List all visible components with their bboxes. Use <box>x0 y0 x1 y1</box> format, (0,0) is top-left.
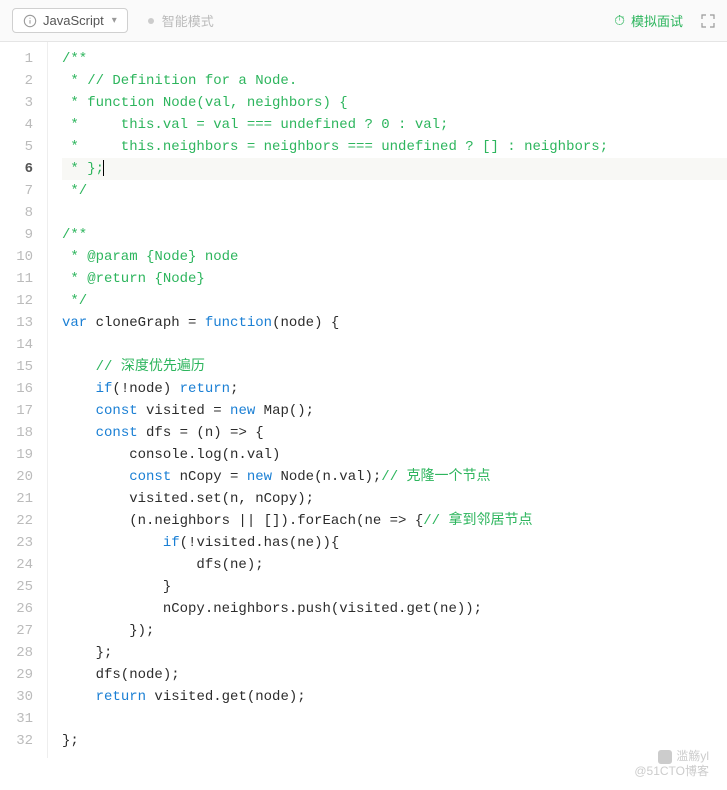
line-number: 6 <box>0 158 47 180</box>
code-line[interactable]: // 深度优先遍历 <box>62 356 727 378</box>
language-selector[interactable]: JavaScript ▾ <box>12 8 128 33</box>
mock-interview-button[interactable]: ⏱ 模拟面试 <box>614 11 683 30</box>
line-number: 29 <box>0 664 47 686</box>
line-number: 17 <box>0 400 47 422</box>
line-number: 24 <box>0 554 47 576</box>
code-line[interactable] <box>62 334 727 356</box>
code-line[interactable]: /** <box>62 48 727 70</box>
code-line[interactable] <box>62 708 727 730</box>
line-number: 11 <box>0 268 47 290</box>
code-line[interactable]: } <box>62 576 727 598</box>
line-number: 8 <box>0 202 47 224</box>
code-line[interactable]: * this.neighbors = neighbors === undefin… <box>62 136 727 158</box>
code-line[interactable]: (n.neighbors || []).forEach(ne => {// 拿到… <box>62 510 727 532</box>
line-number: 20 <box>0 466 47 488</box>
language-label: JavaScript <box>43 13 104 28</box>
code-line[interactable]: dfs(node); <box>62 664 727 686</box>
code-line[interactable]: * function Node(val, neighbors) { <box>62 92 727 114</box>
code-line[interactable]: nCopy.neighbors.push(visited.get(ne)); <box>62 598 727 620</box>
watermark-source: @51CTO博客 <box>634 764 709 780</box>
code-line[interactable]: * // Definition for a Node. <box>62 70 727 92</box>
line-number: 26 <box>0 598 47 620</box>
mode-label: 智能模式 <box>162 11 214 30</box>
line-number: 19 <box>0 444 47 466</box>
line-number: 4 <box>0 114 47 136</box>
line-number: 14 <box>0 334 47 356</box>
line-number: 22 <box>0 510 47 532</box>
line-number: 16 <box>0 378 47 400</box>
code-line[interactable]: */ <box>62 290 727 312</box>
wechat-icon <box>658 750 672 764</box>
code-line[interactable]: */ <box>62 180 727 202</box>
line-number: 3 <box>0 92 47 114</box>
code-line[interactable]: console.log(n.val) <box>62 444 727 466</box>
code-line[interactable]: /** <box>62 224 727 246</box>
line-number: 9 <box>0 224 47 246</box>
code-line[interactable]: }); <box>62 620 727 642</box>
line-number: 12 <box>0 290 47 312</box>
code-line[interactable]: visited.set(n, nCopy); <box>62 488 727 510</box>
code-line[interactable]: }; <box>62 730 727 752</box>
line-number: 5 <box>0 136 47 158</box>
code-editor[interactable]: 1234567891011121314151617181920212223242… <box>0 42 727 758</box>
watermark-author: 滥觞yl <box>676 749 709 765</box>
line-number: 21 <box>0 488 47 510</box>
code-line[interactable]: * this.val = val === undefined ? 0 : val… <box>62 114 727 136</box>
line-gutter: 1234567891011121314151617181920212223242… <box>0 42 48 758</box>
mock-interview-label: 模拟面试 <box>631 11 683 30</box>
code-line[interactable]: * @return {Node} <box>62 268 727 290</box>
code-line[interactable]: dfs(ne); <box>62 554 727 576</box>
chevron-down-icon: ▾ <box>112 15 117 26</box>
code-line[interactable]: if(!node) return; <box>62 378 727 400</box>
line-number: 13 <box>0 312 47 334</box>
line-number: 18 <box>0 422 47 444</box>
code-line[interactable]: }; <box>62 642 727 664</box>
line-number: 25 <box>0 576 47 598</box>
watermark: 滥觞yl @51CTO博客 <box>634 749 709 780</box>
line-number: 32 <box>0 730 47 752</box>
line-number: 31 <box>0 708 47 730</box>
editor-toolbar: JavaScript ▾ 智能模式 ⏱ 模拟面试 <box>0 0 727 42</box>
code-line[interactable]: const visited = new Map(); <box>62 400 727 422</box>
info-icon <box>23 14 37 28</box>
mode-dot-icon <box>148 18 154 24</box>
line-number: 10 <box>0 246 47 268</box>
code-line[interactable]: * }; <box>62 158 727 180</box>
line-number: 15 <box>0 356 47 378</box>
code-line[interactable] <box>62 202 727 224</box>
fullscreen-icon[interactable] <box>701 14 715 28</box>
code-line[interactable]: return visited.get(node); <box>62 686 727 708</box>
line-number: 30 <box>0 686 47 708</box>
line-number: 1 <box>0 48 47 70</box>
code-line[interactable]: if(!visited.has(ne)){ <box>62 532 727 554</box>
code-line[interactable]: const nCopy = new Node(n.val);// 克隆一个节点 <box>62 466 727 488</box>
line-number: 2 <box>0 70 47 92</box>
text-cursor <box>103 160 104 176</box>
code-area[interactable]: /** * // Definition for a Node. * functi… <box>48 42 727 758</box>
mode-indicator[interactable]: 智能模式 <box>148 11 214 30</box>
clock-icon: ⏱ <box>614 12 625 29</box>
line-number: 27 <box>0 620 47 642</box>
code-line[interactable]: var cloneGraph = function(node) { <box>62 312 727 334</box>
line-number: 7 <box>0 180 47 202</box>
line-number: 28 <box>0 642 47 664</box>
code-line[interactable]: const dfs = (n) => { <box>62 422 727 444</box>
line-number: 23 <box>0 532 47 554</box>
code-line[interactable]: * @param {Node} node <box>62 246 727 268</box>
